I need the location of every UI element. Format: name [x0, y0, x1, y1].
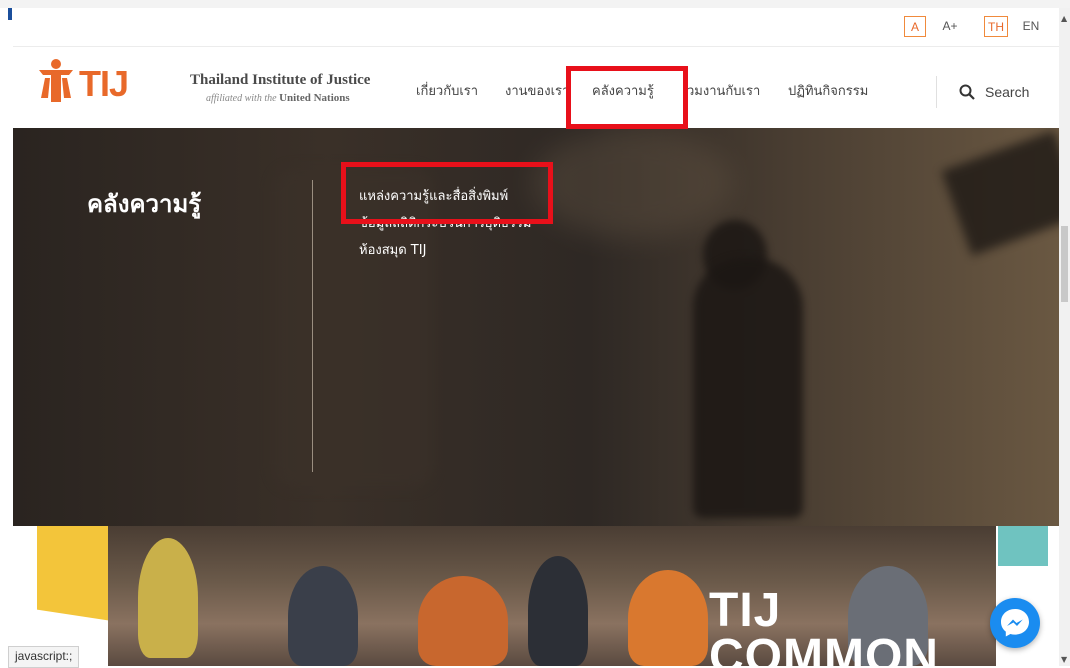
hero-accent-shape [998, 526, 1048, 566]
messenger-chat-button[interactable] [990, 598, 1040, 648]
font-size-normal-button[interactable]: A [904, 16, 926, 37]
lang-en-button[interactable]: EN [1018, 16, 1044, 37]
highlight-box-nav-knowledge [566, 66, 688, 129]
crowd-figure [628, 570, 708, 666]
site-header: A A+ TH EN TIJ Thailand Institute of Jus… [13, 8, 1059, 128]
brand-subtitle-prefix: affiliated with the [206, 93, 277, 104]
crowd-figure [418, 576, 508, 666]
search-button[interactable]: Search [959, 80, 1029, 104]
submenu-item-tij-library[interactable]: ห้องสมุด TIJ [359, 240, 531, 267]
nav-item-calendar[interactable]: ปฏิทินกิจกรรม [788, 80, 868, 104]
messenger-icon [1001, 609, 1029, 637]
lang-th-button[interactable]: TH [984, 16, 1008, 37]
browser-status-bar: javascript:; [8, 646, 80, 668]
nav-divider [936, 76, 937, 108]
hero-heading-line2: COMMON [709, 630, 939, 667]
crowd-figure [528, 556, 588, 666]
panel-divider [312, 180, 313, 472]
hero-heading-line1: TIJ [709, 584, 782, 637]
brand-subtitle: affiliated with the United Nations [190, 92, 370, 104]
scroll-down-icon[interactable]: ▼ [1061, 655, 1067, 664]
brand-title: Thailand Institute of Justice [190, 72, 371, 88]
page-scrollbar[interactable]: ▲ ▼ [1059, 8, 1070, 666]
brand-block: Thailand Institute of Justice affiliated… [190, 72, 370, 104]
nav-item-about[interactable]: เกี่ยวกับเรา [416, 80, 478, 104]
hero-accent-shape [37, 526, 112, 621]
highlight-box-submenu-publications [341, 162, 553, 224]
logo-wordmark: TIJ [79, 63, 129, 104]
font-size-large-button[interactable]: A+ [938, 16, 962, 37]
search-icon [959, 84, 975, 100]
utility-bar: A A+ TH EN [13, 8, 1059, 47]
crowd-figure [138, 538, 198, 658]
tab-indicator [8, 8, 12, 20]
search-label: Search [985, 84, 1030, 100]
hero-banner[interactable]: TIJ COMMON [13, 526, 1059, 666]
tij-figure-icon [39, 59, 73, 102]
background-shape [693, 258, 803, 518]
background-photo [533, 128, 733, 238]
browser-top-strip [0, 0, 1070, 20]
hero-heading: TIJ COMMON [709, 584, 939, 667]
nav-item-our-work[interactable]: งานของเรา [505, 80, 569, 104]
crowd-figure [288, 566, 358, 666]
background-shape [941, 130, 1059, 256]
brand-subtitle-un: United Nations [279, 92, 350, 104]
panel-title: คลังความรู้ [87, 190, 202, 218]
scrollbar-thumb[interactable] [1061, 226, 1068, 302]
nav-item-join-us[interactable]: วมงานกับเรา [687, 80, 760, 104]
scroll-up-icon[interactable]: ▲ [1061, 14, 1067, 23]
